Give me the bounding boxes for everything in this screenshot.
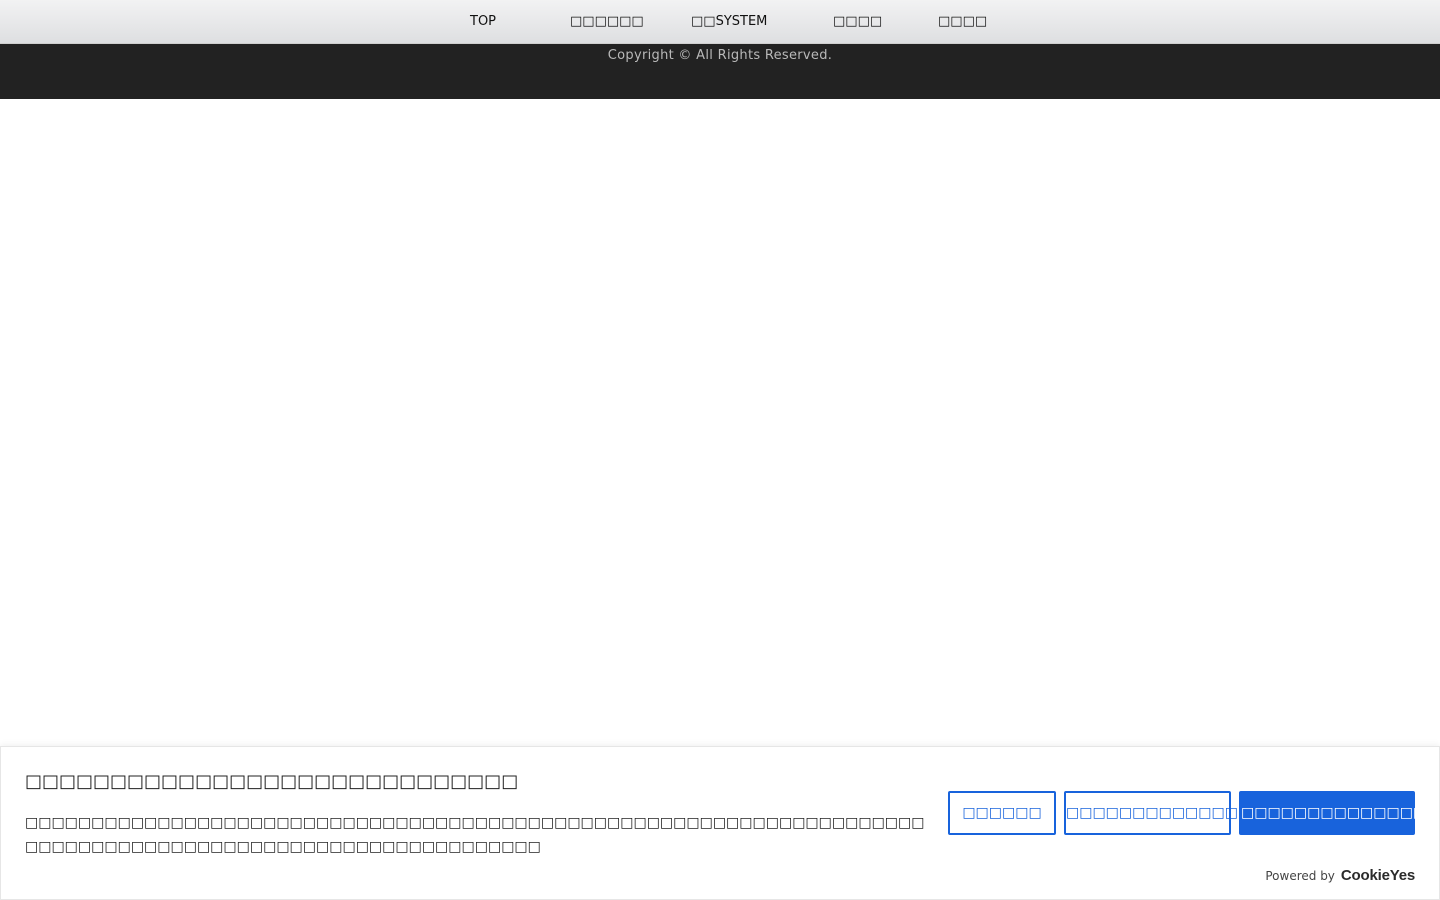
reject-button[interactable]: □□□□□□: [948, 791, 1056, 835]
nav-item-top[interactable]: TOP: [470, 14, 496, 29]
nav-item-4[interactable]: □□□□: [833, 14, 882, 29]
nav-item-system[interactable]: □□SYSTEM: [691, 14, 767, 29]
top-navigation: TOP □□□□□□ □□SYSTEM □□□□ □□□□: [0, 0, 1440, 44]
nav-item-5[interactable]: □□□□: [938, 14, 987, 29]
powered-by: Powered by CookieYes: [1265, 867, 1415, 884]
nav-item-2[interactable]: □□□□□□: [570, 14, 644, 29]
powered-by-label: Powered by: [1265, 868, 1335, 883]
cookie-consent-banner: □□□□□□□□□□□□□□□□□□□□□□□□□□□□□ □□□□□□□□□□…: [0, 746, 1440, 900]
cookie-banner-title: □□□□□□□□□□□□□□□□□□□□□□□□□□□□□: [25, 771, 519, 792]
customize-button[interactable]: □□□□□□□□□□□□□: [1064, 791, 1238, 835]
cookie-banner-description: □□□□□□□□□□□□□□□□□□□□□□□□□□□□□□□□□□□□□□□□…: [25, 815, 925, 855]
accept-all-button[interactable]: □□□□□□□□□□□□□□□: [1239, 791, 1439, 835]
cookieyes-logo[interactable]: CookieYes: [1341, 867, 1415, 884]
copyright-text: Copyright © All Rights Reserved.: [607, 48, 833, 63]
